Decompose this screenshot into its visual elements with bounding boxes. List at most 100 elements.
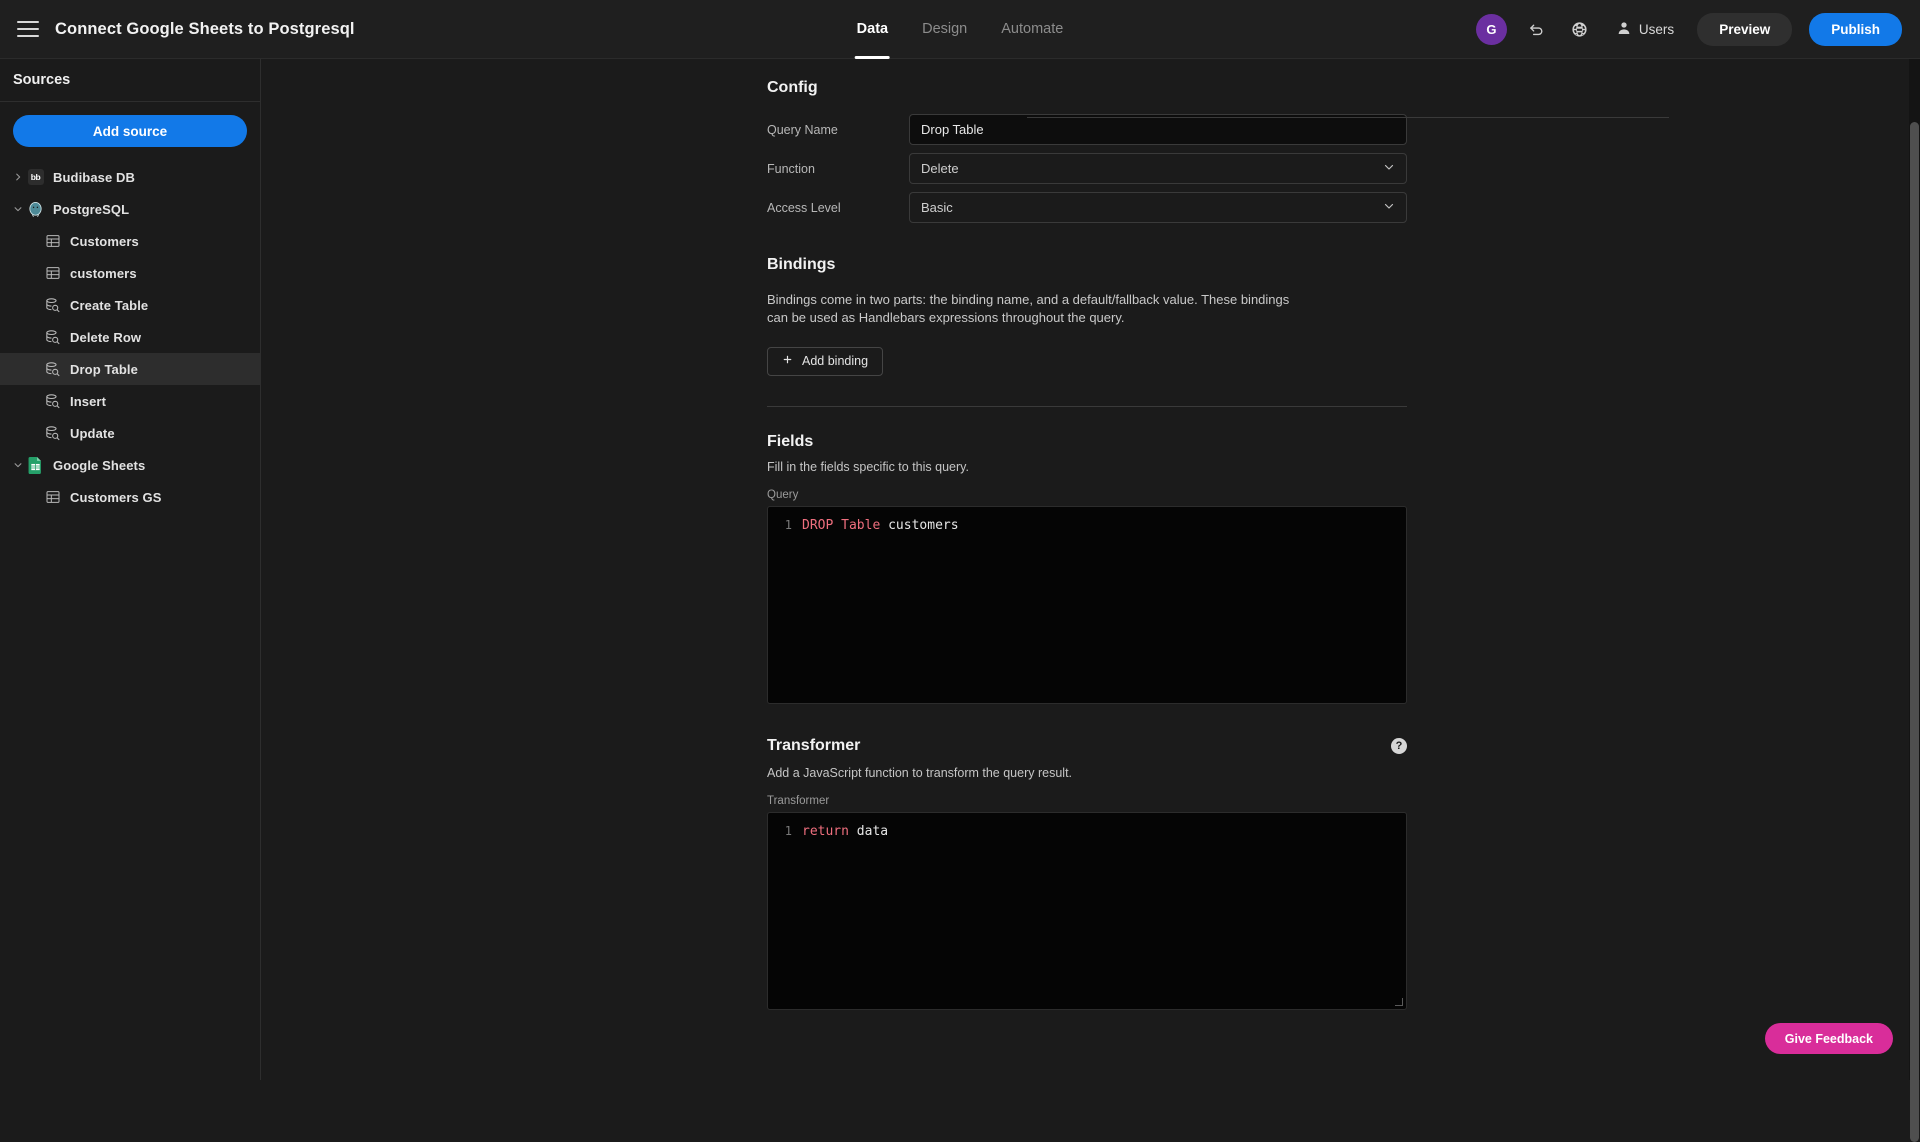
code-line: 1 return data xyxy=(768,822,1406,841)
query-code-editor[interactable]: 1 DROP Table customers xyxy=(767,506,1407,704)
bindings-section: Bindings Bindings come in two parts: the… xyxy=(767,256,1407,376)
query-icon xyxy=(44,297,61,314)
top-bar-actions: G Users Preview Publish xyxy=(1476,0,1902,59)
sidebar-item-label: PostgreSQL xyxy=(53,202,129,217)
publish-button[interactable]: Publish xyxy=(1809,13,1902,46)
chevron-down-icon[interactable] xyxy=(11,458,25,472)
bindings-description: Bindings come in two parts: the binding … xyxy=(767,291,1292,328)
scrollbar-thumb[interactable] xyxy=(1910,122,1919,1142)
code-line: 1 DROP Table customers xyxy=(768,516,1406,535)
top-bar: Connect Google Sheets to Postgresql Data… xyxy=(0,0,1920,59)
sidebar-item-drop-table[interactable]: Drop Table xyxy=(0,353,260,385)
query-keyword-drop: DROP xyxy=(802,518,833,533)
section-divider xyxy=(767,406,1407,407)
transformer-code-editor[interactable]: 1 return data xyxy=(767,812,1407,1010)
sidebar-item-label: Insert xyxy=(70,394,106,409)
query-identifier: customers xyxy=(880,518,958,533)
table-icon xyxy=(44,265,61,282)
sidebar-item-label: Update xyxy=(70,426,115,441)
hamburger-icon[interactable] xyxy=(17,21,39,37)
table-icon xyxy=(44,489,61,506)
sidebar-item-budibase-db[interactable]: bbBudibase DB xyxy=(0,161,260,193)
sidebar-item-google-sheets[interactable]: Google Sheets xyxy=(0,449,260,481)
sidebar-item-label: Delete Row xyxy=(70,330,141,345)
tab-design[interactable]: Design xyxy=(920,0,969,59)
sidebar-item-customers-gs[interactable]: Customers GS xyxy=(0,481,260,513)
google-sheets-icon xyxy=(27,457,44,474)
access-level-select[interactable]: Basic xyxy=(909,192,1407,223)
sidebar-item-postgresql[interactable]: PostgreSQL xyxy=(0,193,260,225)
query-icon xyxy=(44,361,61,378)
query-editor-label: Query xyxy=(767,489,1407,501)
fields-section: Fields Fill in the fields specific to th… xyxy=(767,433,1407,704)
sidebar-item-label: Create Table xyxy=(70,298,148,313)
sidebar-item-label: Google Sheets xyxy=(53,458,145,473)
budibase-db-icon: bb xyxy=(27,169,44,186)
query-icon xyxy=(44,329,61,346)
sidebar-item-delete-row[interactable]: Delete Row xyxy=(0,321,260,353)
undo-icon[interactable] xyxy=(1524,17,1550,43)
transformer-heading: Transformer xyxy=(767,737,860,755)
postgresql-icon xyxy=(27,201,44,218)
query-name-row: Query Name xyxy=(767,114,1407,145)
preview-button[interactable]: Preview xyxy=(1697,13,1792,46)
sidebar-item-insert[interactable]: Insert xyxy=(0,385,260,417)
table-icon xyxy=(44,233,61,250)
transformer-identifier: data xyxy=(849,824,888,839)
bindings-heading: Bindings xyxy=(767,256,1407,274)
sidebar: Sources Add source bbBudibase DB PostgreS… xyxy=(0,59,261,1080)
query-icon xyxy=(44,393,61,410)
access-level-label: Access Level xyxy=(767,201,909,215)
query-editor-panel: Config Query Name Function Delete Access… xyxy=(767,59,1407,1010)
add-source-button[interactable]: Add source xyxy=(13,115,247,147)
query-name-label: Query Name xyxy=(767,123,909,137)
line-number: 1 xyxy=(768,516,802,535)
users-button[interactable]: Users xyxy=(1610,16,1680,43)
transformer-editor-label: Transformer xyxy=(767,795,1407,807)
transformer-header: Transformer ? xyxy=(767,737,1407,755)
give-feedback-button[interactable]: Give Feedback xyxy=(1765,1023,1893,1054)
transformer-keyword: return xyxy=(802,824,849,839)
transformer-description: Add a JavaScript function to transform t… xyxy=(767,766,1407,780)
users-label: Users xyxy=(1639,22,1674,37)
avatar[interactable]: G xyxy=(1476,14,1507,45)
globe-icon[interactable] xyxy=(1567,17,1593,43)
question-circle-icon[interactable]: ? xyxy=(1391,738,1407,754)
function-label: Function xyxy=(767,162,909,176)
fields-description: Fill in the fields specific to this quer… xyxy=(767,460,1407,474)
top-divider xyxy=(1027,117,1669,118)
add-binding-button[interactable]: Add binding xyxy=(767,347,883,376)
line-number: 1 xyxy=(768,822,802,841)
access-level-row: Access Level Basic xyxy=(767,192,1407,223)
sidebar-item-create-table[interactable]: Create Table xyxy=(0,289,260,321)
chevron-down-icon[interactable] xyxy=(11,202,25,216)
sidebar-item-update[interactable]: Update xyxy=(0,417,260,449)
plus-icon xyxy=(782,354,793,368)
chevron-right-icon[interactable] xyxy=(11,170,25,184)
access-level-value: Basic xyxy=(921,200,953,215)
tab-data[interactable]: Data xyxy=(855,0,890,59)
sidebar-item-customers[interactable]: Customers xyxy=(0,225,260,257)
sidebar-item-label: Drop Table xyxy=(70,362,138,377)
main-tabs: Data Design Automate xyxy=(855,0,1066,59)
transformer-section: Transformer ? Add a JavaScript function … xyxy=(767,737,1407,1010)
editor-resize-handle[interactable] xyxy=(1393,996,1405,1008)
sources-tree: bbBudibase DB PostgreSQL Customers customer… xyxy=(0,161,260,513)
function-row: Function Delete xyxy=(767,153,1407,184)
sidebar-title: Sources xyxy=(0,59,260,102)
chevron-down-icon xyxy=(1383,161,1395,176)
main-content: Config Query Name Function Delete Access… xyxy=(261,59,1920,1080)
fields-heading: Fields xyxy=(767,433,1407,451)
chevron-down-icon xyxy=(1383,200,1395,215)
function-value: Delete xyxy=(921,161,959,176)
add-binding-label: Add binding xyxy=(802,354,868,368)
sidebar-item-customers[interactable]: customers xyxy=(0,257,260,289)
sidebar-item-label: Customers GS xyxy=(70,490,162,505)
query-name-input[interactable] xyxy=(909,114,1407,145)
tab-automate[interactable]: Automate xyxy=(999,0,1065,59)
function-select[interactable]: Delete xyxy=(909,153,1407,184)
sidebar-item-label: Customers xyxy=(70,234,139,249)
scrollbar-track[interactable] xyxy=(1909,59,1920,1080)
app-title: Connect Google Sheets to Postgresql xyxy=(55,20,355,39)
query-keyword-table: Table xyxy=(841,518,880,533)
